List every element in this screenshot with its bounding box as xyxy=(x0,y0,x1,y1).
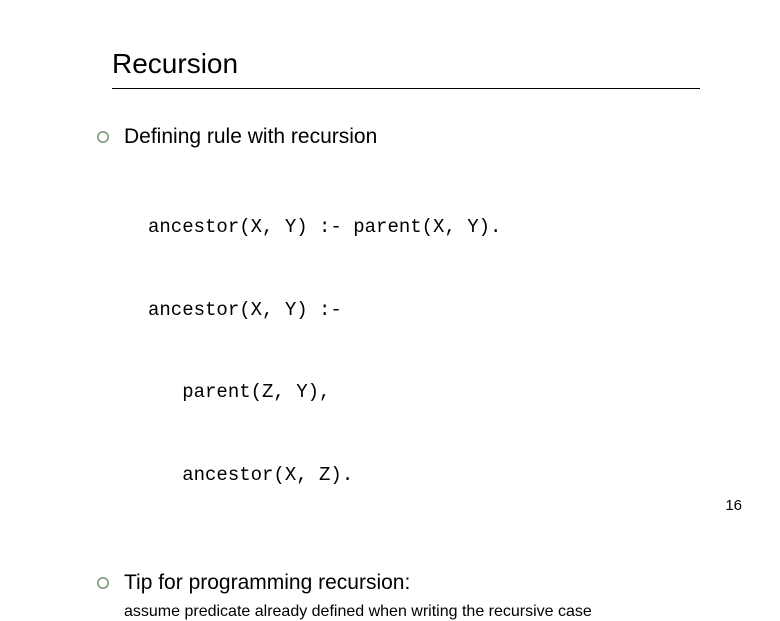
code-line: parent(Z, Y), xyxy=(148,379,710,407)
code-line: ancestor(X, Z). xyxy=(148,462,710,490)
bullet-text: Defining rule with recursion xyxy=(124,125,377,149)
page-number: 16 xyxy=(725,497,742,514)
circle-bullet-icon xyxy=(96,576,110,590)
code-line: ancestor(X, Y) :- xyxy=(148,297,710,325)
subnote: assume predicate already defined when wr… xyxy=(124,603,710,621)
bullet-text: Tip for programming recursion: xyxy=(124,571,410,595)
circle-bullet-icon xyxy=(96,130,110,144)
title-rule xyxy=(112,88,700,89)
bullet-item: Tip for programming recursion: xyxy=(96,571,710,595)
title-wrap: Recursion xyxy=(112,48,710,88)
code-block: ancestor(X, Y) :- parent(X, Y). ancestor… xyxy=(148,159,710,545)
slide-title: Recursion xyxy=(112,48,710,88)
code-line: ancestor(X, Y) :- parent(X, Y). xyxy=(148,214,710,242)
bullet-item: Defining rule with recursion xyxy=(96,125,710,149)
slide: Recursion Defining rule with recursion a… xyxy=(0,0,780,540)
